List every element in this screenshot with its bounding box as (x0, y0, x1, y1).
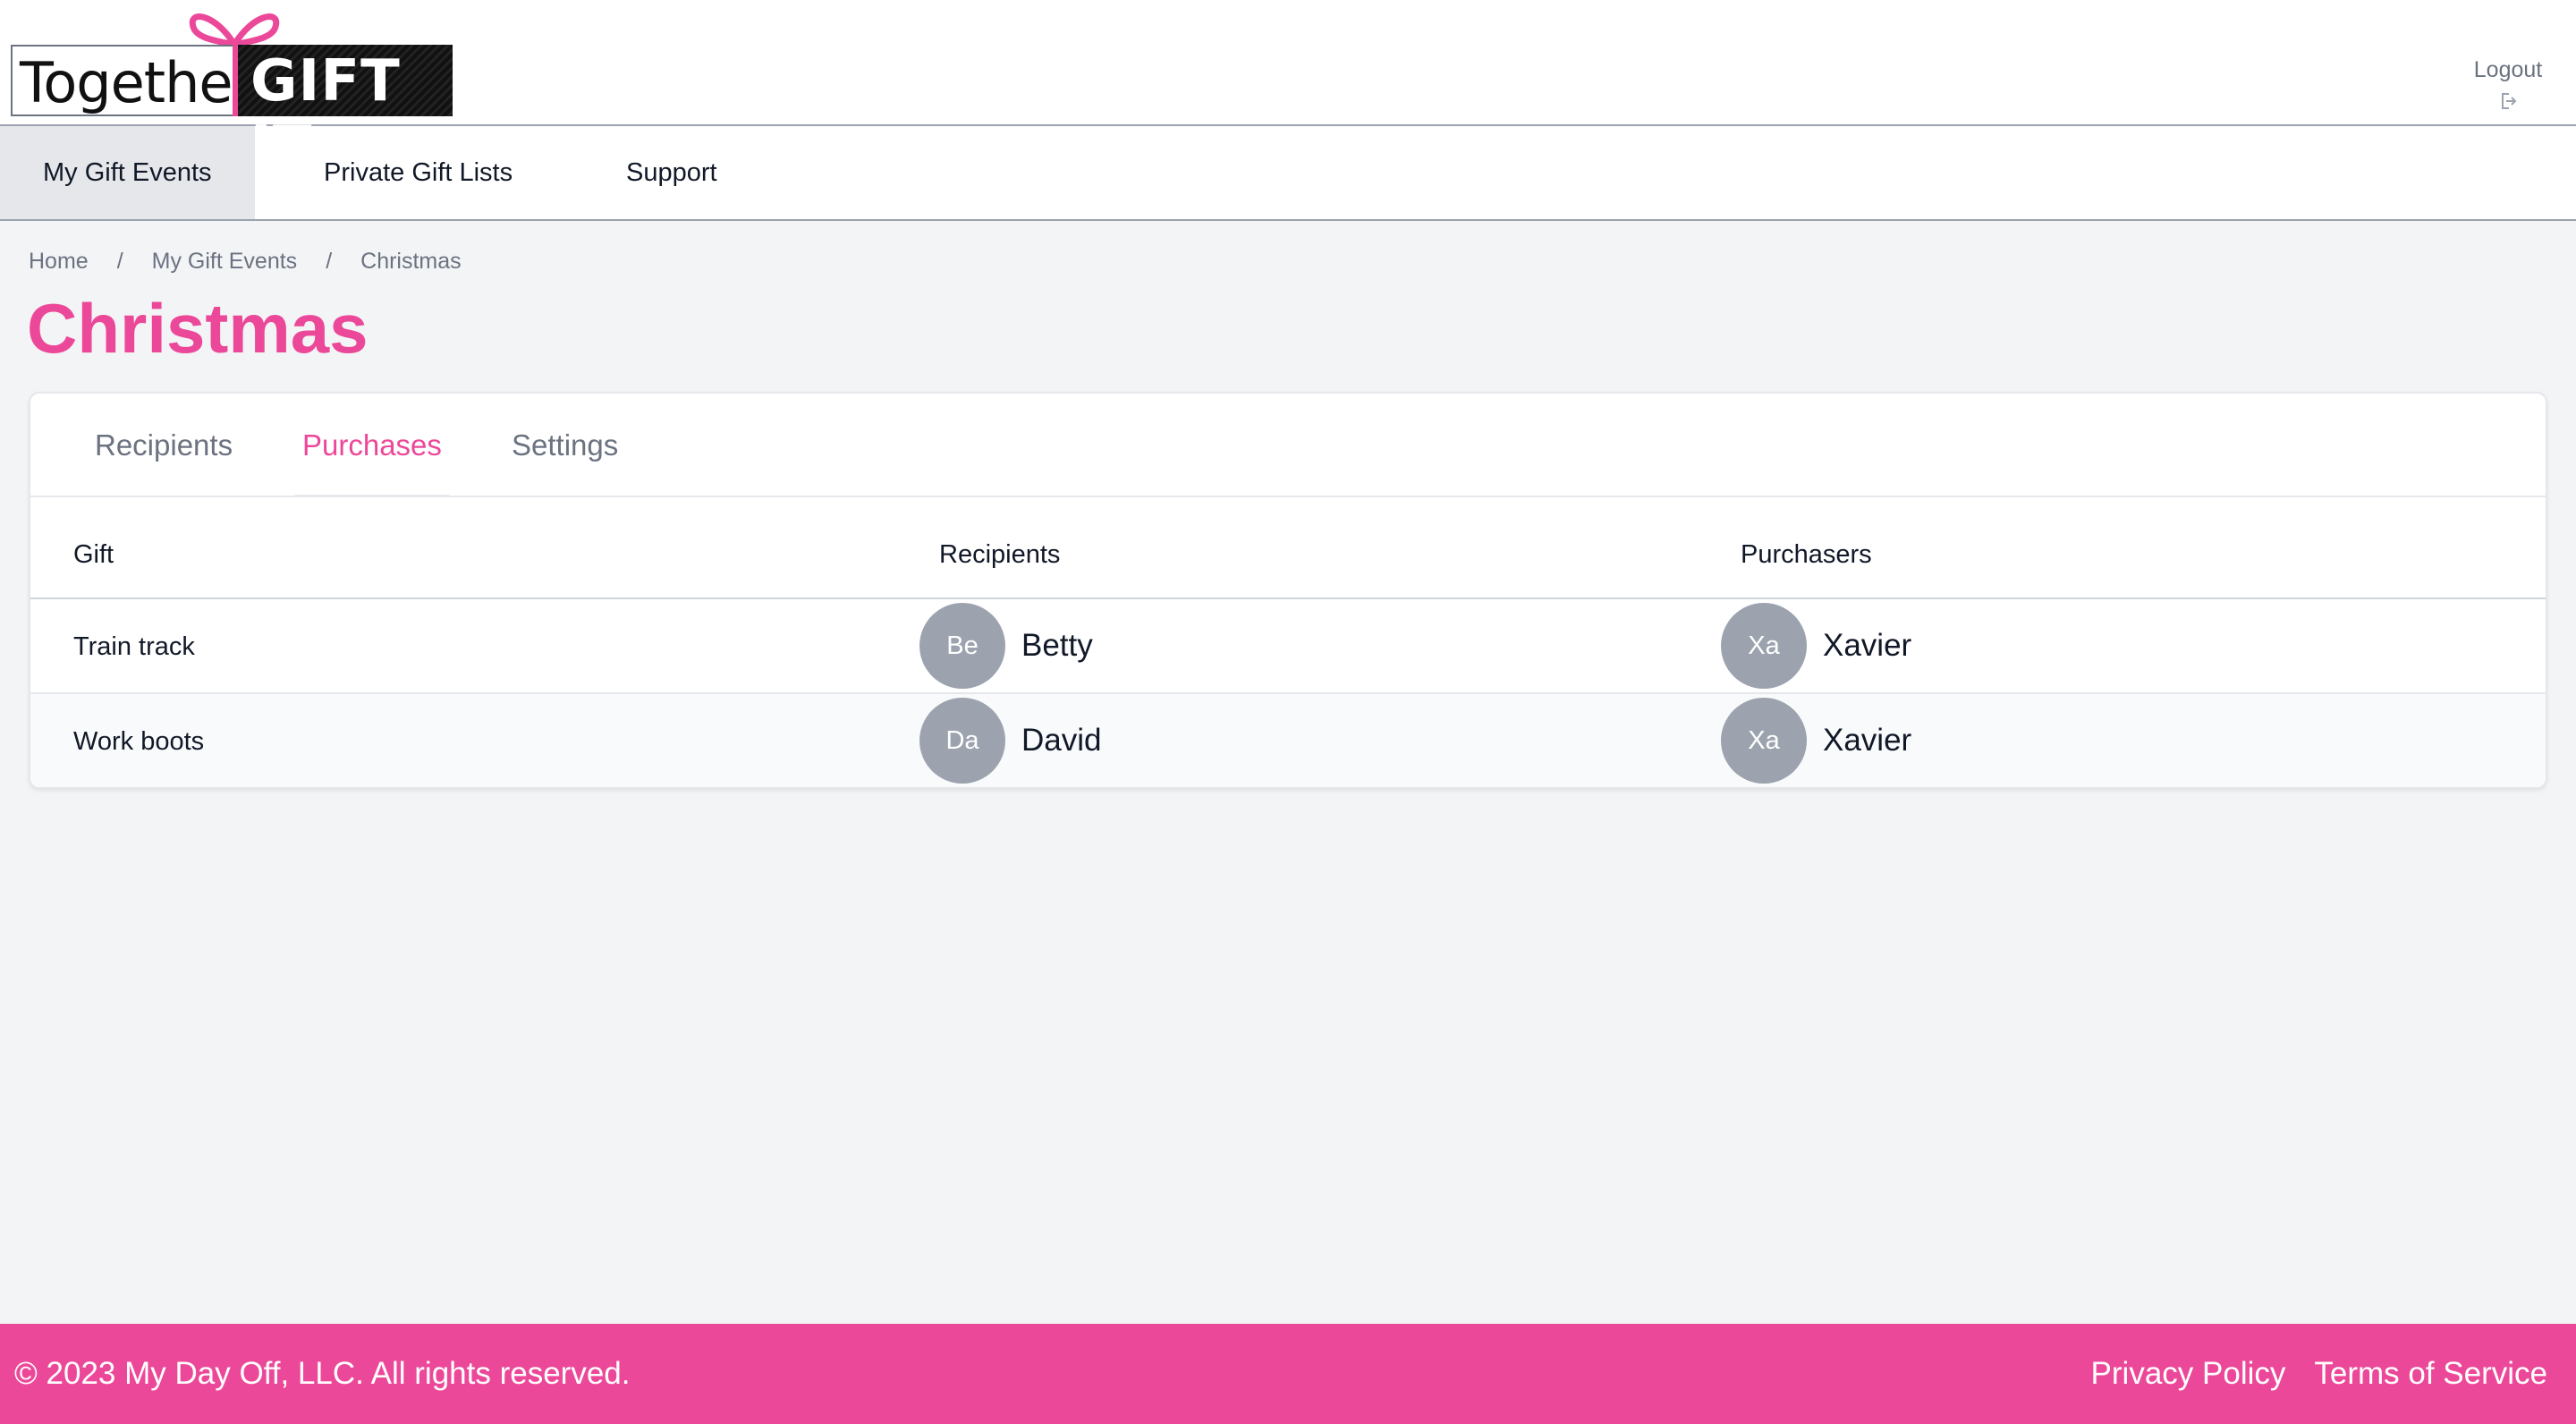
logo[interactable]: Together GIFT IT (11, 5, 453, 181)
nav-item-support[interactable]: Support (583, 126, 760, 219)
purchaser-chip[interactable]: Xa Xavier (1721, 698, 1911, 784)
avatar: Xa (1721, 603, 1807, 689)
logout-button[interactable]: Logout (2463, 57, 2553, 112)
purchases-table: Gift Recipients Purchasers Train track B… (30, 497, 2546, 787)
recipient-name: David (1021, 723, 1102, 758)
table-row: Train track Be Betty Xa Xavier (30, 599, 2546, 694)
logout-label: Logout (2473, 57, 2543, 82)
avatar: Be (919, 603, 1005, 689)
column-header-purchasers: Purchasers (1741, 540, 1872, 569)
table-row: Work boots Da David Xa Xavier (30, 694, 2546, 787)
breadcrumb-separator: / (116, 249, 123, 274)
copyright-text: © 2023 My Day Off, LLC. All rights reser… (14, 1356, 631, 1391)
tab-recipients[interactable]: Recipients (88, 394, 240, 497)
breadcrumb-separator: / (326, 249, 333, 274)
column-header-gift: Gift (73, 540, 114, 569)
terms-of-service-link[interactable]: Terms of Service (2314, 1324, 2547, 1424)
recipient-chip[interactable]: Be Betty (919, 603, 1093, 689)
gift-name: Work boots (73, 727, 205, 756)
header: Together GIFT IT Logout (0, 0, 2576, 181)
logo-together: Together (11, 45, 255, 116)
breadcrumb-home[interactable]: Home (29, 249, 89, 275)
tab-purchases[interactable]: Purchases (295, 394, 449, 497)
breadcrumb: Home / My Gift Events / Christmas (29, 249, 462, 275)
purchaser-chip[interactable]: Xa Xavier (1721, 603, 1911, 689)
breadcrumb-my-gift-events[interactable]: My Gift Events (152, 249, 298, 275)
nav-item-private-gift-lists[interactable]: Private Gift Lists (281, 126, 555, 219)
purchaser-name: Xavier (1823, 628, 1912, 663)
avatar: Xa (1721, 698, 1807, 784)
privacy-policy-link[interactable]: Privacy Policy (2091, 1324, 2286, 1424)
event-card: Recipients Purchases Settings Gift Recip… (29, 392, 2547, 789)
page-title: Christmas (27, 289, 369, 368)
recipient-name: Betty (1021, 628, 1093, 663)
column-header-recipients: Recipients (939, 540, 1061, 569)
logout-icon (2502, 93, 2517, 109)
gift-name: Train track (73, 632, 195, 661)
table-header: Gift Recipients Purchasers (30, 497, 2546, 599)
footer-links: Privacy Policy Terms of Service (2063, 1324, 2547, 1424)
nav-item-my-gift-events[interactable]: My Gift Events (0, 126, 255, 219)
logo-text-together: Together (20, 50, 255, 115)
purchaser-name: Xavier (1823, 723, 1912, 758)
avatar: Da (919, 698, 1005, 784)
tab-bar: Recipients Purchases Settings (30, 394, 2546, 497)
tab-settings[interactable]: Settings (504, 394, 625, 497)
footer: © 2023 My Day Off, LLC. All rights reser… (0, 1324, 2576, 1424)
main-nav: My Gift Events Private Gift Lists Suppor… (0, 126, 2576, 221)
recipient-chip[interactable]: Da David (919, 698, 1101, 784)
logo-gift-it: GIFT IT (233, 45, 453, 181)
breadcrumb-christmas: Christmas (360, 249, 462, 274)
